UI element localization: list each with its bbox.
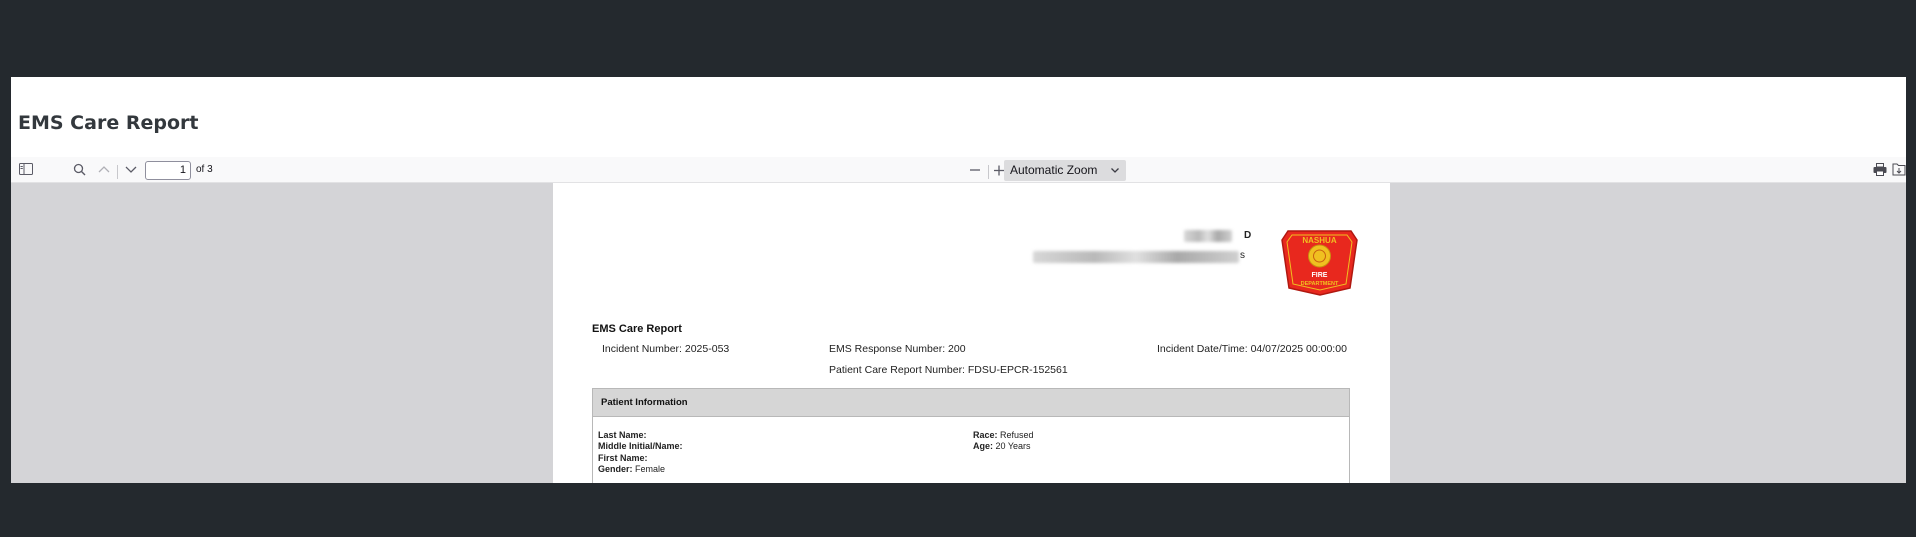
ems-response-number: EMS Response Number: 200 (829, 343, 966, 355)
header-text-fragment: s (1240, 250, 1245, 261)
first-name-label: First Name: (598, 453, 648, 463)
last-name-field: Last Name: (598, 430, 647, 440)
pdf-toolbar: 1 of 3 Automatic Zoom (11, 157, 1906, 183)
logo-top-text: NASHUA (1302, 236, 1336, 245)
toolbar-divider (117, 165, 118, 179)
gender-field: Gender: Female (598, 464, 665, 474)
header-text-fragment: D (1244, 230, 1252, 241)
previous-page-icon[interactable] (98, 165, 110, 173)
page-number-input[interactable]: 1 (145, 161, 191, 180)
print-icon[interactable] (1873, 163, 1887, 176)
middle-name-field: Middle Initial/Name: (598, 441, 683, 451)
race-value: Refused (1000, 430, 1034, 440)
zoom-select-value: Automatic Zoom (1010, 163, 1098, 177)
sidebar-toggle-icon[interactable] (19, 163, 33, 175)
logo-department-text: DEPARTMENT (1301, 281, 1339, 287)
redacted-text (1033, 251, 1239, 263)
age-value: 20 Years (995, 441, 1031, 451)
save-download-icon[interactable] (1892, 163, 1906, 176)
report-panel: EMS Care Report 1 of 3 Automatic Zoom D … (11, 77, 1906, 483)
middle-name-label: Middle Initial/Name: (598, 441, 683, 451)
patient-care-report-number: Patient Care Report Number: FDSU-EPCR-15… (829, 364, 1068, 376)
age-label: Age: (973, 441, 993, 451)
incident-datetime: Incident Date/Time: 04/07/2025 00:00:00 (1157, 343, 1347, 355)
page-title: EMS Care Report (18, 112, 199, 134)
gender-label: Gender: (598, 464, 633, 474)
next-page-icon[interactable] (125, 166, 137, 174)
search-icon[interactable] (73, 163, 86, 176)
last-name-label: Last Name: (598, 430, 647, 440)
document-heading: EMS Care Report (592, 323, 682, 335)
race-field: Race: Refused (973, 430, 1034, 440)
logo-fire-text: FIRE (1312, 272, 1328, 279)
fire-department-logo: NASHUA FIRE DEPARTMENT (1280, 226, 1359, 301)
incident-number: Incident Number: 2025-053 (602, 343, 730, 355)
gender-value: Female (635, 464, 666, 474)
toolbar-divider (988, 165, 989, 179)
race-label: Race: (973, 430, 998, 440)
first-name-field: First Name: (598, 453, 648, 463)
pdf-viewer-area[interactable]: D s NASHUA FIRE DEPARTMENT EMS Care Repo… (11, 183, 1906, 483)
zoom-select[interactable]: Automatic Zoom (1004, 160, 1126, 181)
section-header: Patient Information (593, 389, 1349, 417)
page-total-label: of 3 (196, 164, 213, 175)
redacted-text (1184, 230, 1232, 242)
age-field: Age: 20 Years (973, 441, 1031, 451)
patient-information-section: Patient Information Last Name: Middle In… (592, 388, 1350, 483)
zoom-out-icon[interactable] (969, 165, 981, 175)
pdf-page: D s NASHUA FIRE DEPARTMENT EMS Care Repo… (553, 183, 1390, 483)
